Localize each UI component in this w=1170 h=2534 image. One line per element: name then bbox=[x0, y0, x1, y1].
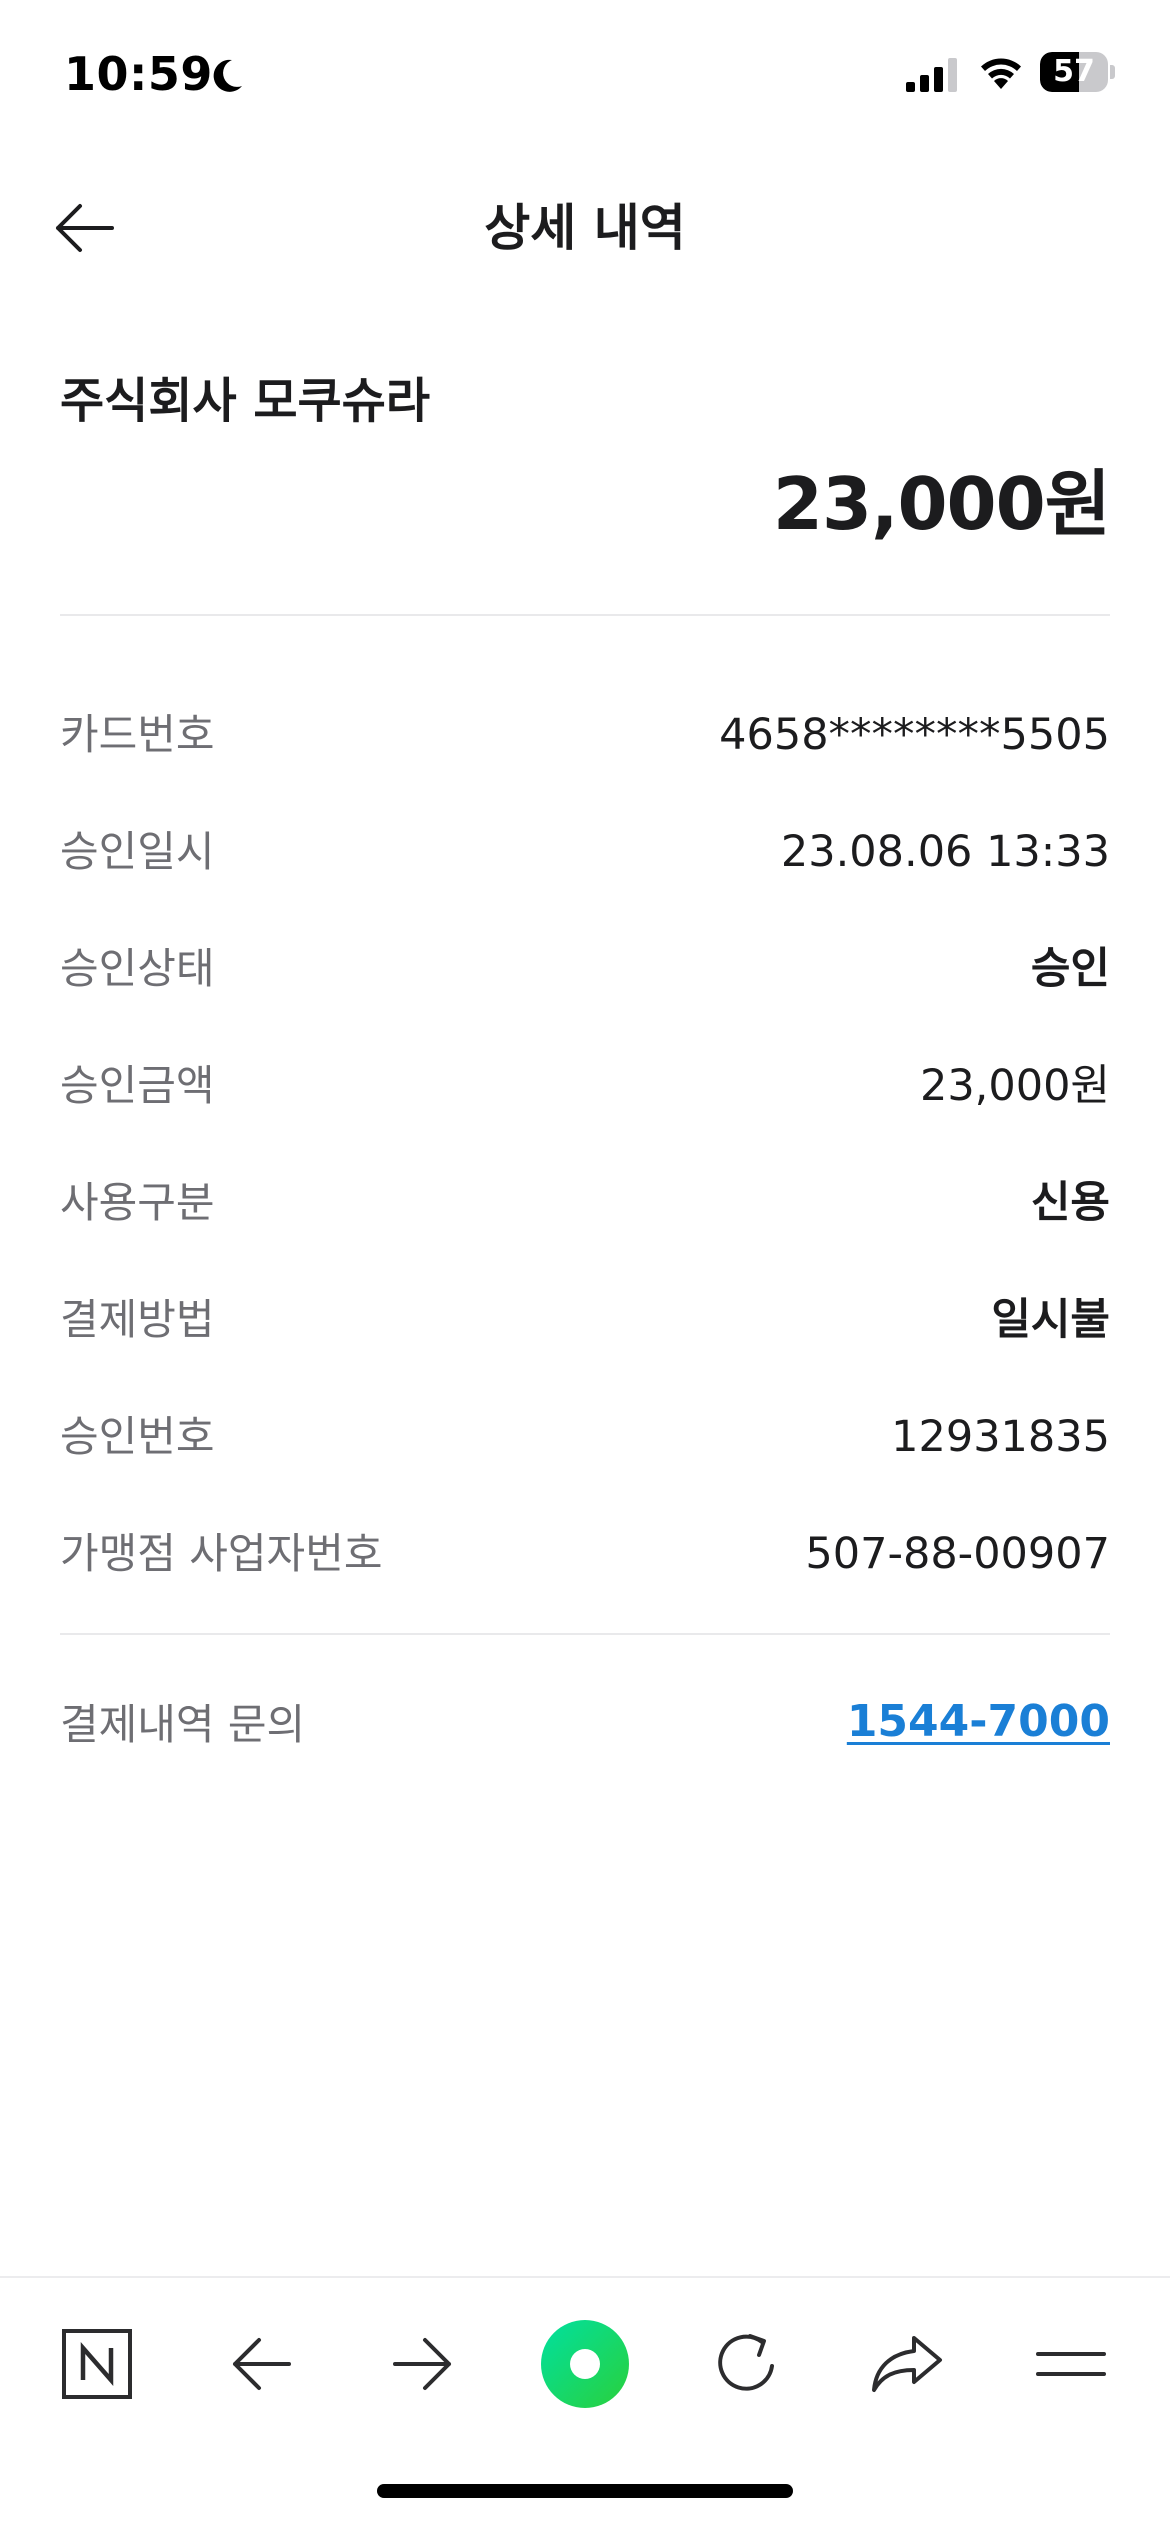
detail-row: 승인상태 승인 bbox=[60, 910, 1110, 1027]
detail-value: 4658********5505 bbox=[719, 709, 1110, 760]
detail-label: 승인일시 bbox=[60, 826, 215, 876]
detail-value: 12931835 bbox=[891, 1411, 1110, 1462]
detail-value: 일시불 bbox=[991, 1294, 1110, 1345]
page-title: 상세 내역 bbox=[484, 199, 686, 257]
detail-row: 승인번호 12931835 bbox=[60, 1378, 1110, 1495]
inquiry-phone-link[interactable]: 1544-7000 bbox=[847, 1696, 1110, 1747]
naver-home-button[interactable] bbox=[47, 2314, 147, 2414]
divider bbox=[60, 614, 1110, 616]
refresh-icon bbox=[718, 2334, 774, 2391]
merchant-name: 주식회사 모쿠슈라 bbox=[60, 373, 430, 429]
inquiry-label: 결제내역 문의 bbox=[60, 1699, 306, 1749]
detail-label: 승인상태 bbox=[60, 943, 215, 993]
detail-value: 507-88-00907 bbox=[805, 1528, 1110, 1579]
browser-back-button[interactable] bbox=[211, 2314, 311, 2414]
refresh-button[interactable] bbox=[696, 2314, 796, 2414]
green-dot-icon bbox=[541, 2320, 629, 2408]
detail-row: 가맹점 사업자번호 507-88-00907 bbox=[60, 1495, 1110, 1612]
naver-logo-icon bbox=[62, 2329, 132, 2399]
detail-row: 사용구분 신용 bbox=[60, 1144, 1110, 1261]
status-time: 10:59 bbox=[64, 47, 213, 101]
detail-label: 가맹점 사업자번호 bbox=[60, 1528, 383, 1578]
share-icon bbox=[872, 2336, 942, 2392]
browser-forward-button[interactable] bbox=[373, 2314, 473, 2414]
home-indicator[interactable] bbox=[377, 2484, 793, 2498]
cellular-signal-icon bbox=[906, 58, 957, 92]
battery-level: 57 bbox=[1053, 54, 1095, 89]
moon-icon bbox=[213, 59, 242, 92]
divider bbox=[60, 1633, 1110, 1635]
inquiry-row: 결제내역 문의 1544-7000 bbox=[60, 1666, 1110, 1776]
forward-arrow-icon bbox=[393, 2338, 451, 2390]
menu-button[interactable] bbox=[1021, 2314, 1121, 2414]
detail-label: 승인번호 bbox=[60, 1411, 215, 1461]
detail-value: 23.08.06 13:33 bbox=[780, 826, 1110, 877]
detail-value: 23,000원 bbox=[919, 1060, 1110, 1111]
battery-icon: 57 bbox=[1040, 52, 1115, 92]
green-dot-button[interactable] bbox=[535, 2314, 635, 2414]
detail-value: 신용 bbox=[1030, 1177, 1110, 1228]
menu-icon bbox=[1036, 2352, 1106, 2376]
detail-row: 승인일시 23.08.06 13:33 bbox=[60, 793, 1110, 910]
detail-label: 사용구분 bbox=[60, 1177, 215, 1227]
wifi-icon bbox=[981, 58, 1021, 89]
detail-label: 카드번호 bbox=[60, 709, 215, 759]
detail-row: 카드번호 4658********5505 bbox=[60, 676, 1110, 793]
detail-row: 승인금액 23,000원 bbox=[60, 1027, 1110, 1144]
back-arrow-icon bbox=[233, 2338, 291, 2390]
status-bar: 10:59 57 bbox=[0, 0, 1170, 150]
detail-label: 결제방법 bbox=[60, 1294, 215, 1344]
detail-label: 승인금액 bbox=[60, 1060, 215, 1110]
detail-list: 카드번호 4658********5505 승인일시 23.08.06 13:33 승인… bbox=[60, 676, 1110, 1612]
detail-value: 승인 bbox=[1030, 943, 1110, 994]
share-button[interactable] bbox=[858, 2314, 958, 2414]
header: 상세 내역 bbox=[0, 160, 1170, 290]
detail-row: 결제방법 일시불 bbox=[60, 1261, 1110, 1378]
total-amount: 23,000원 bbox=[772, 462, 1111, 546]
